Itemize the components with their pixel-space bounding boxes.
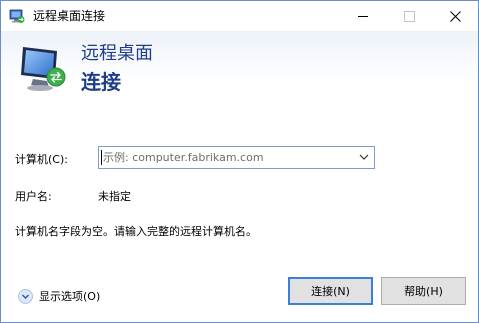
monitor-connect-icon [21,47,66,91]
maximize-button[interactable] [386,1,432,31]
show-options-toggle[interactable]: 显示选项(O) [18,288,100,304]
banner-title-line2: 连接 [81,70,121,94]
minimize-button[interactable] [340,1,386,31]
status-message: 计算机名字段为空。请输入完整的远程计算机名。 [15,225,257,238]
window-title: 远程桌面连接 [33,9,106,23]
connect-button[interactable]: 连接(N) [288,277,373,305]
minimize-icon [358,15,368,17]
chevron-down-icon[interactable] [358,151,370,163]
close-button[interactable] [432,1,478,31]
computer-combobox[interactable] [98,146,375,169]
expand-options-icon[interactable] [18,288,33,304]
computer-label: 计算机(C): [15,153,68,166]
remote-desktop-dialog: 远程桌面连接 远程桌面 连接 计算机(C): 示例: computer.fabr… [0,0,479,323]
user-value: 未指定 [98,190,131,203]
show-options-label[interactable]: 显示选项(O) [39,288,100,304]
user-label: 用户名: [15,190,52,203]
banner-title-line1: 远程桌面 [81,43,153,64]
header-banner: 远程桌面 连接 [1,31,478,104]
dialog-footer: 显示选项(O) 连接(N) 帮助(H) [1,264,478,322]
maximize-icon [403,10,415,22]
text-caret [101,150,102,165]
help-button[interactable]: 帮助(H) [381,277,466,305]
computer-input[interactable] [103,147,353,168]
close-icon [449,10,461,22]
remote-desktop-icon [9,9,25,23]
title-bar[interactable]: 远程桌面连接 [1,1,478,31]
